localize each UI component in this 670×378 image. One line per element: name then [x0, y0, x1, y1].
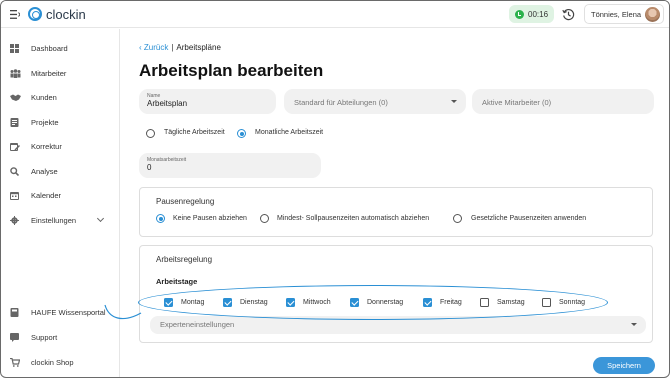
radio-no-pauses-label: Keine Pausen abziehen: [173, 215, 247, 222]
sidebar-item-label: Projekte: [31, 117, 59, 127]
sidebar-item-label: Kalender: [31, 190, 62, 200]
people-icon: [10, 69, 21, 78]
pause-rule-title: Pausenregelung: [156, 197, 215, 206]
timer-value: 00:16: [528, 9, 549, 19]
menu-collapse-icon[interactable]: [10, 10, 20, 19]
sidebar-item-label: Korrektur: [31, 141, 62, 151]
sidebar-item-korrektur[interactable]: Korrektur: [1, 137, 119, 155]
avatar: [645, 7, 660, 22]
monthly-worktime-value: 0: [147, 163, 152, 172]
calendar-edit-icon: [10, 143, 20, 151]
sidebar-item-label: Analyse: [31, 166, 58, 176]
sidebar-item-einstellungen[interactable]: Einstellungen: [1, 211, 119, 229]
breadcrumb: ‹ Zurück | Arbeitspläne: [139, 43, 221, 52]
save-button[interactable]: Speichern: [593, 357, 655, 374]
chevron-down-icon: [96, 214, 105, 223]
sidebar-item-mitarbeiter[interactable]: Mitarbeiter: [1, 64, 119, 82]
time-tracker-badge[interactable]: 00:16: [509, 5, 554, 23]
caret-down-icon: [631, 323, 637, 326]
calendar-icon: [10, 192, 19, 200]
sidebar-item-kunden[interactable]: Kunden: [1, 88, 119, 106]
cart-icon: [10, 358, 20, 367]
user-menu[interactable]: Tönnies, Elena: [584, 4, 664, 24]
top-bar: clockin 00:16 Tönnies, Elena: [1, 1, 669, 28]
radio-monthly-worktime-label: Monatliche Arbeitszeit: [255, 129, 324, 136]
name-field-value: Arbeitsplan: [147, 99, 188, 108]
projects-icon: [10, 118, 19, 127]
sidebar-item-label: Kunden: [31, 92, 57, 102]
user-name: Tönnies, Elena: [591, 9, 642, 19]
back-link[interactable]: ‹ Zurück: [139, 43, 168, 52]
sidebar-item-label: HAUFE Wissensportal: [31, 307, 106, 317]
active-employees-field[interactable]: Aktive Mitarbeiter (0): [472, 89, 654, 114]
work-rule-title: Arbeitsregelung: [156, 255, 213, 264]
radio-legal-pauses[interactable]: [453, 214, 462, 223]
sidebar-item-analyse[interactable]: Analyse: [1, 162, 119, 180]
logo[interactable]: clockin: [28, 6, 86, 22]
sidebar-item-shop[interactable]: clockin Shop: [1, 353, 119, 371]
radio-legal-pauses-label: Gesetzliche Pausenzeiten anwenden: [471, 215, 587, 222]
support-icon: [10, 333, 19, 342]
standard-departments-placeholder: Standard für Abteilungen (0): [294, 98, 388, 107]
pause-rule-card: Pausenregelung Keine Pausen abziehen Min…: [139, 187, 653, 237]
back-link-label: Zurück: [143, 43, 169, 52]
dashboard-icon: [10, 44, 19, 53]
page-title: Arbeitsplan bearbeiten: [139, 61, 324, 80]
radio-min-pauses-label: Mindest- Sollpausenzeiten automatisch ab…: [277, 215, 430, 222]
sidebar-item-label: clockin Shop: [31, 357, 74, 367]
breadcrumb-separator: |: [171, 43, 174, 52]
save-button-label: Speichern: [607, 361, 641, 370]
standard-departments-select[interactable]: Standard für Abteilungen (0): [284, 89, 466, 114]
breadcrumb-current: Arbeitspläne: [176, 43, 221, 52]
sidebar-item-label: Dashboard: [31, 43, 68, 53]
clock-icon: [515, 9, 524, 19]
active-employees-placeholder: Aktive Mitarbeiter (0): [482, 98, 552, 107]
book-icon: [10, 308, 19, 317]
name-field[interactable]: Name Arbeitsplan: [139, 89, 276, 114]
radio-no-pauses[interactable]: [156, 214, 165, 223]
handshake-icon: [10, 94, 21, 101]
monthly-worktime-field[interactable]: Monatsarbeitszeit 0: [139, 153, 321, 178]
expert-settings-label: Experteneinstellungen: [160, 320, 235, 329]
sidebar-item-label: Mitarbeiter: [31, 68, 67, 78]
sidebar-item-label: Support: [31, 332, 58, 342]
radio-daily-worktime-label: Tägliche Arbeitszeit: [164, 129, 225, 136]
caret-down-icon: [451, 100, 457, 103]
logo-icon: [28, 7, 42, 21]
sidebar-item-dashboard[interactable]: Dashboard: [1, 39, 119, 57]
app-window: clockin 00:16 Tönnies, Elena Dashboard M…: [0, 0, 670, 378]
highlight-ellipse: [138, 285, 608, 320]
main-content: ‹ Zurück | Arbeitspläne Arbeitsplan bear…: [121, 29, 669, 377]
sidebar-item-label: Einstellungen: [31, 215, 77, 225]
radio-monthly-worktime[interactable]: [237, 129, 246, 138]
sidebar-item-projekte[interactable]: Projekte: [1, 113, 119, 131]
annotation-arrow: [104, 304, 142, 320]
analysis-icon: [10, 167, 19, 176]
radio-daily-worktime[interactable]: [146, 129, 155, 138]
history-icon[interactable]: [562, 8, 575, 21]
logo-text: clockin: [46, 6, 86, 22]
sidebar-item-kalender[interactable]: Kalender: [1, 186, 119, 204]
monthly-worktime-label: Monatsarbeitszeit: [147, 157, 187, 163]
work-days-title: Arbeitstage: [156, 277, 198, 286]
gear-icon: [10, 216, 19, 225]
radio-min-pauses[interactable]: [260, 214, 269, 223]
sidebar-item-support[interactable]: Support: [1, 328, 119, 346]
